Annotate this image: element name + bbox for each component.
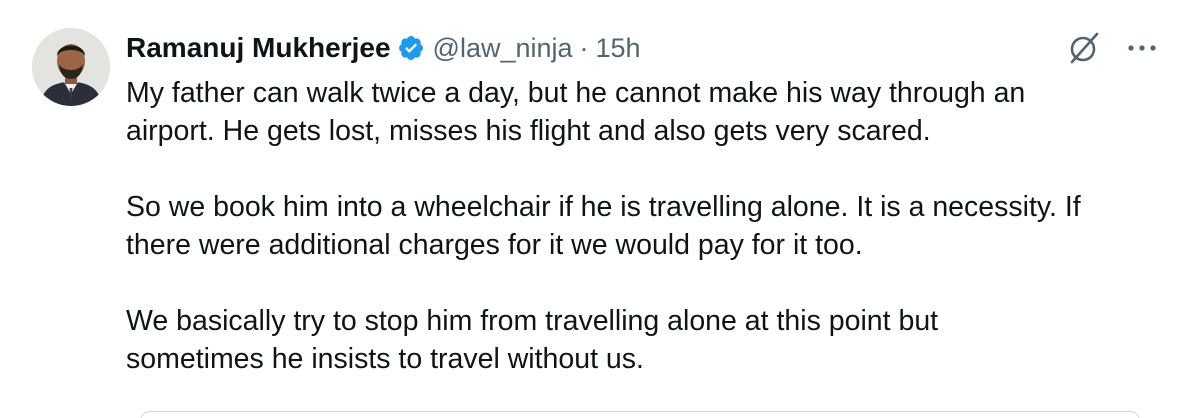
- author-handle[interactable]: @law_ninja: [433, 33, 573, 64]
- author-name[interactable]: Ramanuj Mukherjee: [126, 32, 391, 64]
- tweet-header: Ramanuj Mukherjee @law_ninja · 15h: [126, 28, 641, 68]
- tweet-paragraph: So we book him into a wheelchair if he i…: [126, 191, 1081, 261]
- separator-dot: ·: [579, 32, 589, 63]
- tweet-text: My father can walk twice a day, but he c…: [126, 74, 1156, 378]
- tweet-paragraph: We basically try to stop him from travel…: [126, 305, 939, 375]
- quoted-tweet-card[interactable]: [140, 411, 1140, 418]
- timestamp[interactable]: 15h: [596, 33, 641, 64]
- more-horizontal-icon[interactable]: [1124, 36, 1160, 60]
- verified-badge-icon[interactable]: [397, 34, 425, 62]
- tweet[interactable]: Ramanuj Mukherjee @law_ninja · 15h My fa…: [0, 0, 1190, 418]
- avatar[interactable]: [32, 28, 110, 106]
- tweet-paragraph: My father can walk twice a day, but he c…: [126, 77, 1026, 147]
- avatar-image: [32, 28, 110, 106]
- grok-icon[interactable]: [1066, 30, 1102, 66]
